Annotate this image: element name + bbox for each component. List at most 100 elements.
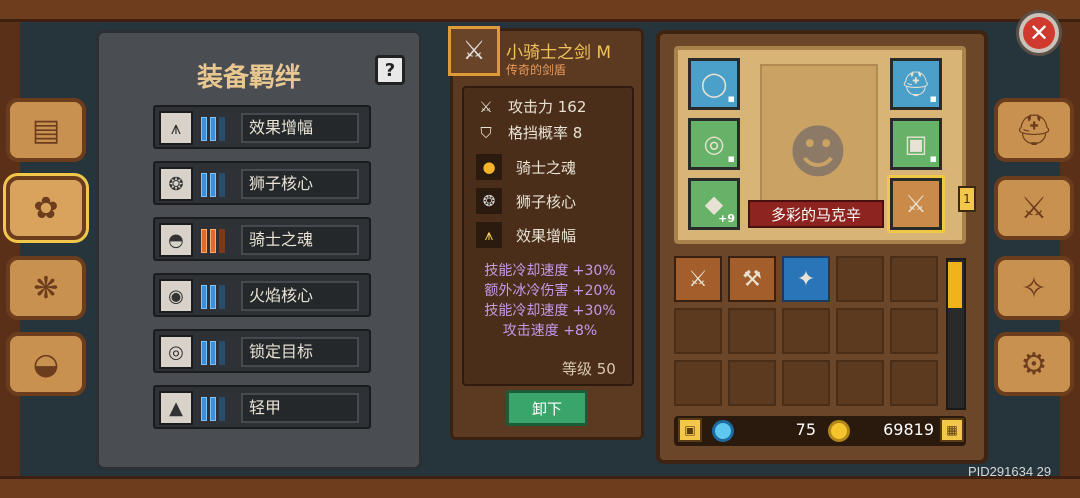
rays-icon: ⩚ bbox=[476, 222, 502, 248]
inventory-empty-slot[interactable] bbox=[782, 360, 830, 406]
bond-scroll-icon: ✿ bbox=[33, 190, 59, 226]
coin-count: 69819 bbox=[883, 420, 934, 439]
wood-border-left bbox=[0, 22, 20, 476]
weapon-stat: ⚔ 攻击力 162 bbox=[476, 96, 586, 117]
equip-slot-right-2[interactable]: ▣ ▪ bbox=[890, 118, 942, 170]
sword-icon: ⚔ bbox=[905, 190, 927, 218]
inventory-empty-slot[interactable] bbox=[836, 360, 884, 406]
inventory-item[interactable]: ✦ bbox=[782, 256, 830, 302]
side-tab-right-2[interactable]: ⚔ bbox=[994, 176, 1074, 240]
bond-row[interactable]: ◎ 锁定目标 bbox=[153, 329, 371, 373]
inventory-empty-slot[interactable] bbox=[728, 360, 776, 406]
gems-bag-icon: ❋ bbox=[33, 270, 59, 306]
helmet-tab-icon: ⛑ bbox=[1014, 112, 1054, 148]
book-icon: ▤ bbox=[31, 112, 61, 148]
weapon-bonus: 额外冰冷伤害 +20% bbox=[484, 283, 616, 299]
side-tab-right-1[interactable]: ⛑ bbox=[994, 98, 1074, 162]
bond-name: 狮子核心 bbox=[241, 169, 359, 199]
weapon-subtitle: 传奇的剑盾 bbox=[506, 63, 567, 77]
inventory-empty-slot[interactable] bbox=[890, 308, 938, 354]
side-tab-right-4[interactable]: ⚙ bbox=[994, 332, 1074, 396]
upgrade-swords-icon: ⚔ bbox=[1020, 190, 1048, 226]
inventory-empty-slot[interactable] bbox=[728, 308, 776, 354]
side-tab-left-2[interactable]: ✿ bbox=[3, 173, 89, 243]
wood-border-right bbox=[1060, 22, 1080, 476]
coin-icon bbox=[828, 420, 850, 442]
help-button[interactable]: ? bbox=[375, 55, 405, 85]
bond-name: 锁定目标 bbox=[241, 337, 359, 367]
equip-slot-right-3[interactable]: ⚔ bbox=[887, 175, 945, 233]
weapon-slot-tag[interactable]: 1 bbox=[958, 186, 976, 212]
wood-border-bottom bbox=[0, 476, 1080, 498]
lock-icon: ▪ bbox=[727, 92, 735, 105]
inventory-empty-slot[interactable] bbox=[890, 360, 938, 406]
grid-icon: ▦ bbox=[946, 423, 958, 437]
inventory-empty-slot[interactable] bbox=[836, 308, 884, 354]
bag-icon: ▣ bbox=[684, 423, 696, 437]
pet-icon: ◒ bbox=[32, 346, 60, 382]
inventory-empty-slot[interactable] bbox=[674, 360, 722, 406]
bond-row[interactable]: ◓ 骑士之魂 bbox=[153, 217, 371, 261]
weapon-bonus: 技能冷却速度 +30% bbox=[484, 303, 616, 319]
bond-panel-title: 装备羁绊 bbox=[196, 63, 301, 93]
fox-pet-icon: ✦ bbox=[796, 266, 816, 292]
weapon-bond-label: 狮子核心 bbox=[516, 192, 577, 211]
player-id: PID291634 29 bbox=[968, 464, 1052, 479]
sword-icon: ⚔ bbox=[479, 97, 493, 116]
rays-icon: ⩚ bbox=[159, 111, 193, 145]
inventory-item[interactable]: ⚒ bbox=[728, 256, 776, 302]
close-button[interactable]: ✕ bbox=[1016, 10, 1062, 56]
bond-name: 轻甲 bbox=[241, 393, 359, 423]
equip-slot-left-3[interactable]: ◆ +9 bbox=[688, 178, 740, 230]
equip-slot-left-1[interactable]: ◯ ▪ bbox=[688, 58, 740, 110]
bond-name: 火焰核心 bbox=[241, 281, 359, 311]
side-tab-right-3[interactable]: ✧ bbox=[994, 256, 1074, 320]
weapon-bond: ● 骑士之魂 bbox=[476, 154, 576, 180]
gem-count: 75 bbox=[795, 420, 816, 439]
bond-row[interactable]: ▲ 轻甲 bbox=[153, 385, 371, 429]
weapon-bond-label: 效果增幅 bbox=[516, 226, 577, 245]
weapon-name: 小骑士之剑 M bbox=[506, 43, 612, 63]
lion-icon: ❂ bbox=[159, 167, 193, 201]
inventory-empty-slot[interactable] bbox=[674, 308, 722, 354]
lion-icon: ❂ bbox=[476, 188, 502, 214]
bond-row[interactable]: ◉ 火焰核心 bbox=[153, 273, 371, 317]
grid-button[interactable]: ▦ bbox=[940, 418, 964, 442]
collar-icon: ◯ bbox=[700, 70, 728, 98]
inventory-empty-slot[interactable] bbox=[890, 256, 938, 302]
inventory-empty-slot[interactable] bbox=[836, 256, 884, 302]
weapon-level: 等级 50 bbox=[562, 360, 616, 378]
crossbow-icon: ⚒ bbox=[742, 266, 762, 292]
bond-level-bars bbox=[201, 117, 225, 141]
bond-row[interactable]: ❂ 狮子核心 bbox=[153, 161, 371, 205]
weapon-portrait: ⚔ bbox=[448, 26, 500, 76]
bag-button[interactable]: ▣ bbox=[678, 418, 702, 442]
inventory-scrollbar-thumb[interactable] bbox=[948, 262, 962, 308]
inventory-empty-slot[interactable] bbox=[782, 308, 830, 354]
bond-row[interactable]: ⩚ 效果增幅 bbox=[153, 105, 371, 149]
character-name-banner: 多彩的马克辛 bbox=[748, 200, 884, 228]
side-tab-left-1[interactable]: ▤ bbox=[6, 98, 86, 162]
upgrade-badge: +9 bbox=[718, 212, 735, 225]
inventory-item[interactable]: ⚔ bbox=[674, 256, 722, 302]
armor-icon: ▲ bbox=[159, 391, 193, 425]
weapon-stat-label: 格挡概率 8 bbox=[508, 124, 583, 142]
soul-flame-icon: ● bbox=[476, 154, 502, 180]
weapon-bonus: 技能冷却速度 +30% bbox=[484, 263, 616, 279]
bond-name: 效果增幅 bbox=[241, 113, 359, 143]
lock-icon: ▪ bbox=[929, 152, 937, 165]
soul-flame-icon: ◓ bbox=[159, 223, 193, 257]
chest-armor-icon: ▣ bbox=[904, 130, 928, 158]
flame-icon: ◉ bbox=[159, 279, 193, 313]
equip-slot-left-2[interactable]: ◎ ▪ bbox=[688, 118, 740, 170]
side-tab-left-4[interactable]: ◒ bbox=[6, 332, 86, 396]
weapon-bond: ❂ 狮子核心 bbox=[476, 188, 576, 214]
bond-name: 骑士之魂 bbox=[241, 225, 359, 255]
sword-icon: ⚔ bbox=[462, 36, 486, 66]
side-tab-left-3[interactable]: ❋ bbox=[6, 256, 86, 320]
unequip-button[interactable]: 卸下 bbox=[506, 390, 588, 426]
gear-icon: ⚙ bbox=[1020, 346, 1048, 382]
knight-character-icon[interactable]: ☻ bbox=[786, 112, 850, 192]
bond-panel: 装备羁绊 ? ⩚ 效果增幅 ❂ 狮子核心 ◓ 骑士之魂 ◉ 火焰核心 ◎ 锁定目标 ▲ 轻甲 bbox=[96, 30, 422, 470]
equip-slot-right-1[interactable]: ⛑ ▪ bbox=[890, 58, 942, 110]
